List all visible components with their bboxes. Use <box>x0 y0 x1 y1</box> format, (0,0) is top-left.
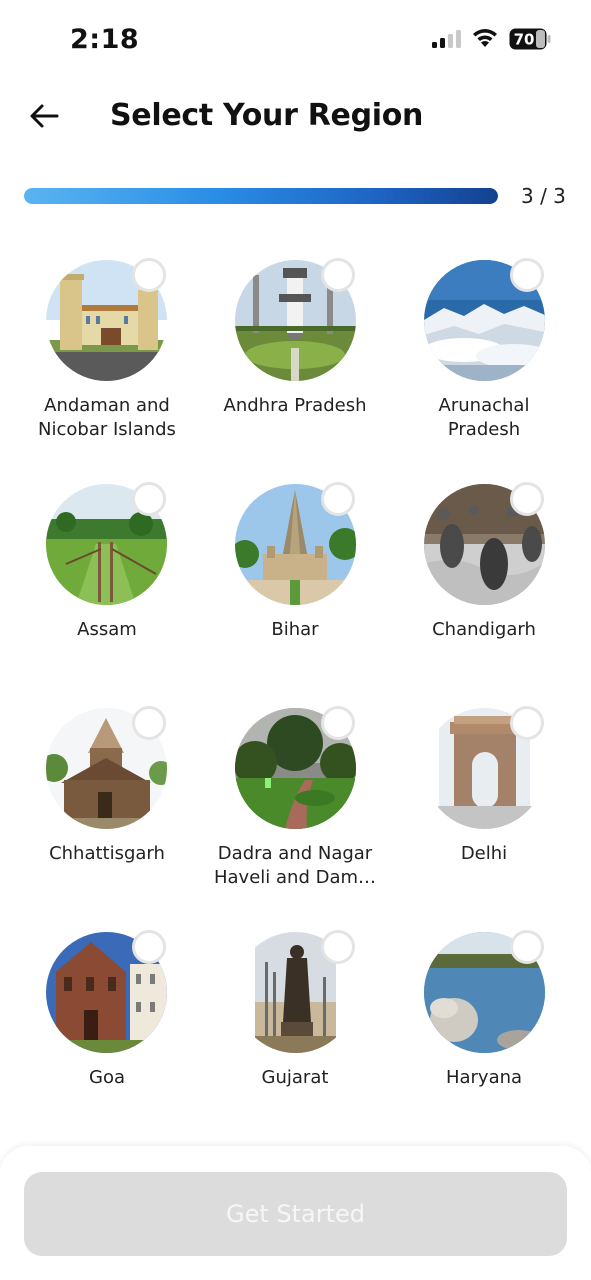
region-gujarat[interactable]: Gujarat <box>200 930 390 1100</box>
region-assam[interactable]: Assam <box>12 482 202 652</box>
progress-fill <box>24 188 498 204</box>
page-title: Select Your Region <box>110 98 424 133</box>
region-checkbox[interactable] <box>321 258 355 292</box>
region-checkbox[interactable] <box>132 930 166 964</box>
arrow-left-icon <box>30 104 59 128</box>
region-name: Dadra and Nagar Haveli and Dam… <box>213 843 377 888</box>
region-chandigarh[interactable]: Chandigarh <box>389 482 579 652</box>
region-name: Goa <box>89 1067 125 1088</box>
region-goa[interactable]: Goa <box>12 930 202 1100</box>
region-name: Haryana <box>445 1067 523 1088</box>
region-checkbox[interactable] <box>321 706 355 740</box>
region-checkbox[interactable] <box>132 706 166 740</box>
region-name: Andaman and Nicobar Islands <box>38 395 176 440</box>
region-checkbox[interactable] <box>510 706 544 740</box>
region-chhattisgarh[interactable]: Chhattisgarh <box>12 706 202 896</box>
region-delhi[interactable]: Delhi <box>389 706 579 896</box>
region-checkbox[interactable] <box>510 258 544 292</box>
region-checkbox[interactable] <box>321 482 355 516</box>
region-name: Chhattisgarh <box>49 843 165 864</box>
region-name: Andhra Pradesh <box>223 395 367 416</box>
status-time: 2:18 <box>70 24 140 55</box>
region-bihar[interactable]: Bihar <box>200 482 390 652</box>
region-dadra-nagar-haveli[interactable]: Dadra and Nagar Haveli and Dam… <box>200 706 390 896</box>
region-name: Chandigarh <box>432 619 536 640</box>
region-name: Delhi <box>460 843 508 864</box>
cellular-signal-icon <box>432 30 461 48</box>
region-andaman-nicobar[interactable]: Andaman and Nicobar Islands <box>12 258 202 448</box>
battery-icon: 70 <box>509 28 551 50</box>
status-bar: 2:18 70 <box>0 0 591 80</box>
region-checkbox[interactable] <box>510 482 544 516</box>
region-name: Bihar <box>271 619 319 640</box>
region-checkbox[interactable] <box>132 258 166 292</box>
wifi-icon <box>473 29 497 47</box>
region-name: Gujarat <box>261 1067 329 1088</box>
battery-level: 70 <box>514 31 535 49</box>
region-checkbox[interactable] <box>510 930 544 964</box>
get-started-button[interactable]: Get Started <box>24 1172 567 1256</box>
region-name: Assam <box>77 619 137 640</box>
region-checkbox[interactable] <box>321 930 355 964</box>
region-arunachal-pradesh[interactable]: Arunachal Pradesh <box>389 258 579 448</box>
back-button[interactable] <box>24 96 64 136</box>
region-andhra-pradesh[interactable]: Andhra Pradesh <box>200 258 390 448</box>
region-checkbox[interactable] <box>132 482 166 516</box>
region-name: Arunachal Pradesh <box>438 395 530 440</box>
region-haryana[interactable]: Haryana <box>389 930 579 1100</box>
progress-text: 3 / 3 <box>521 184 566 208</box>
progress-bar <box>24 188 498 204</box>
